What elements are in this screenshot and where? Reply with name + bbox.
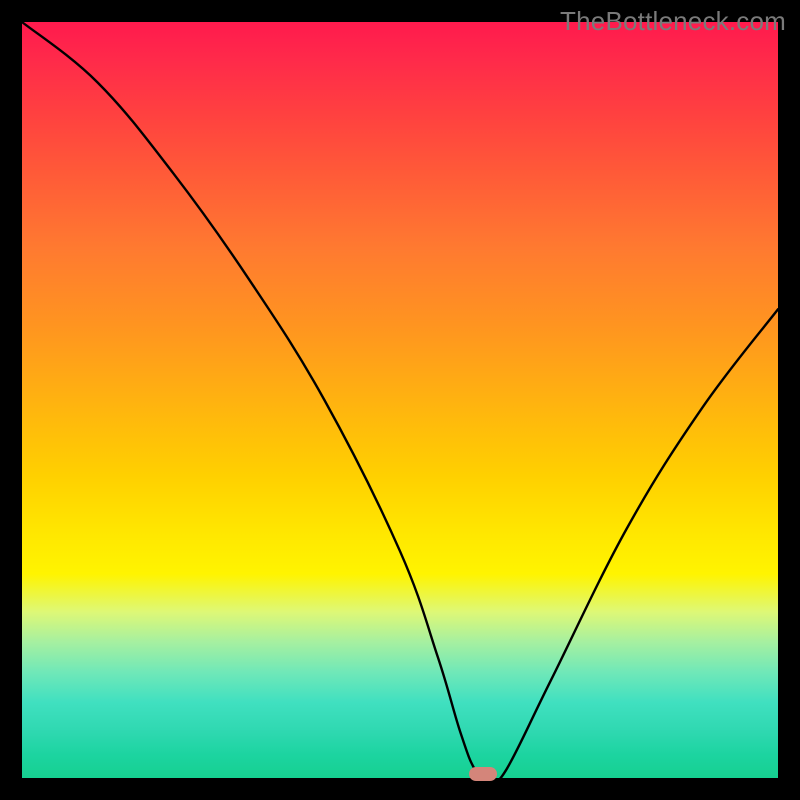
bottleneck-curve	[22, 22, 778, 778]
watermark-text: TheBottleneck.com	[560, 6, 786, 37]
optimal-marker	[469, 767, 497, 781]
